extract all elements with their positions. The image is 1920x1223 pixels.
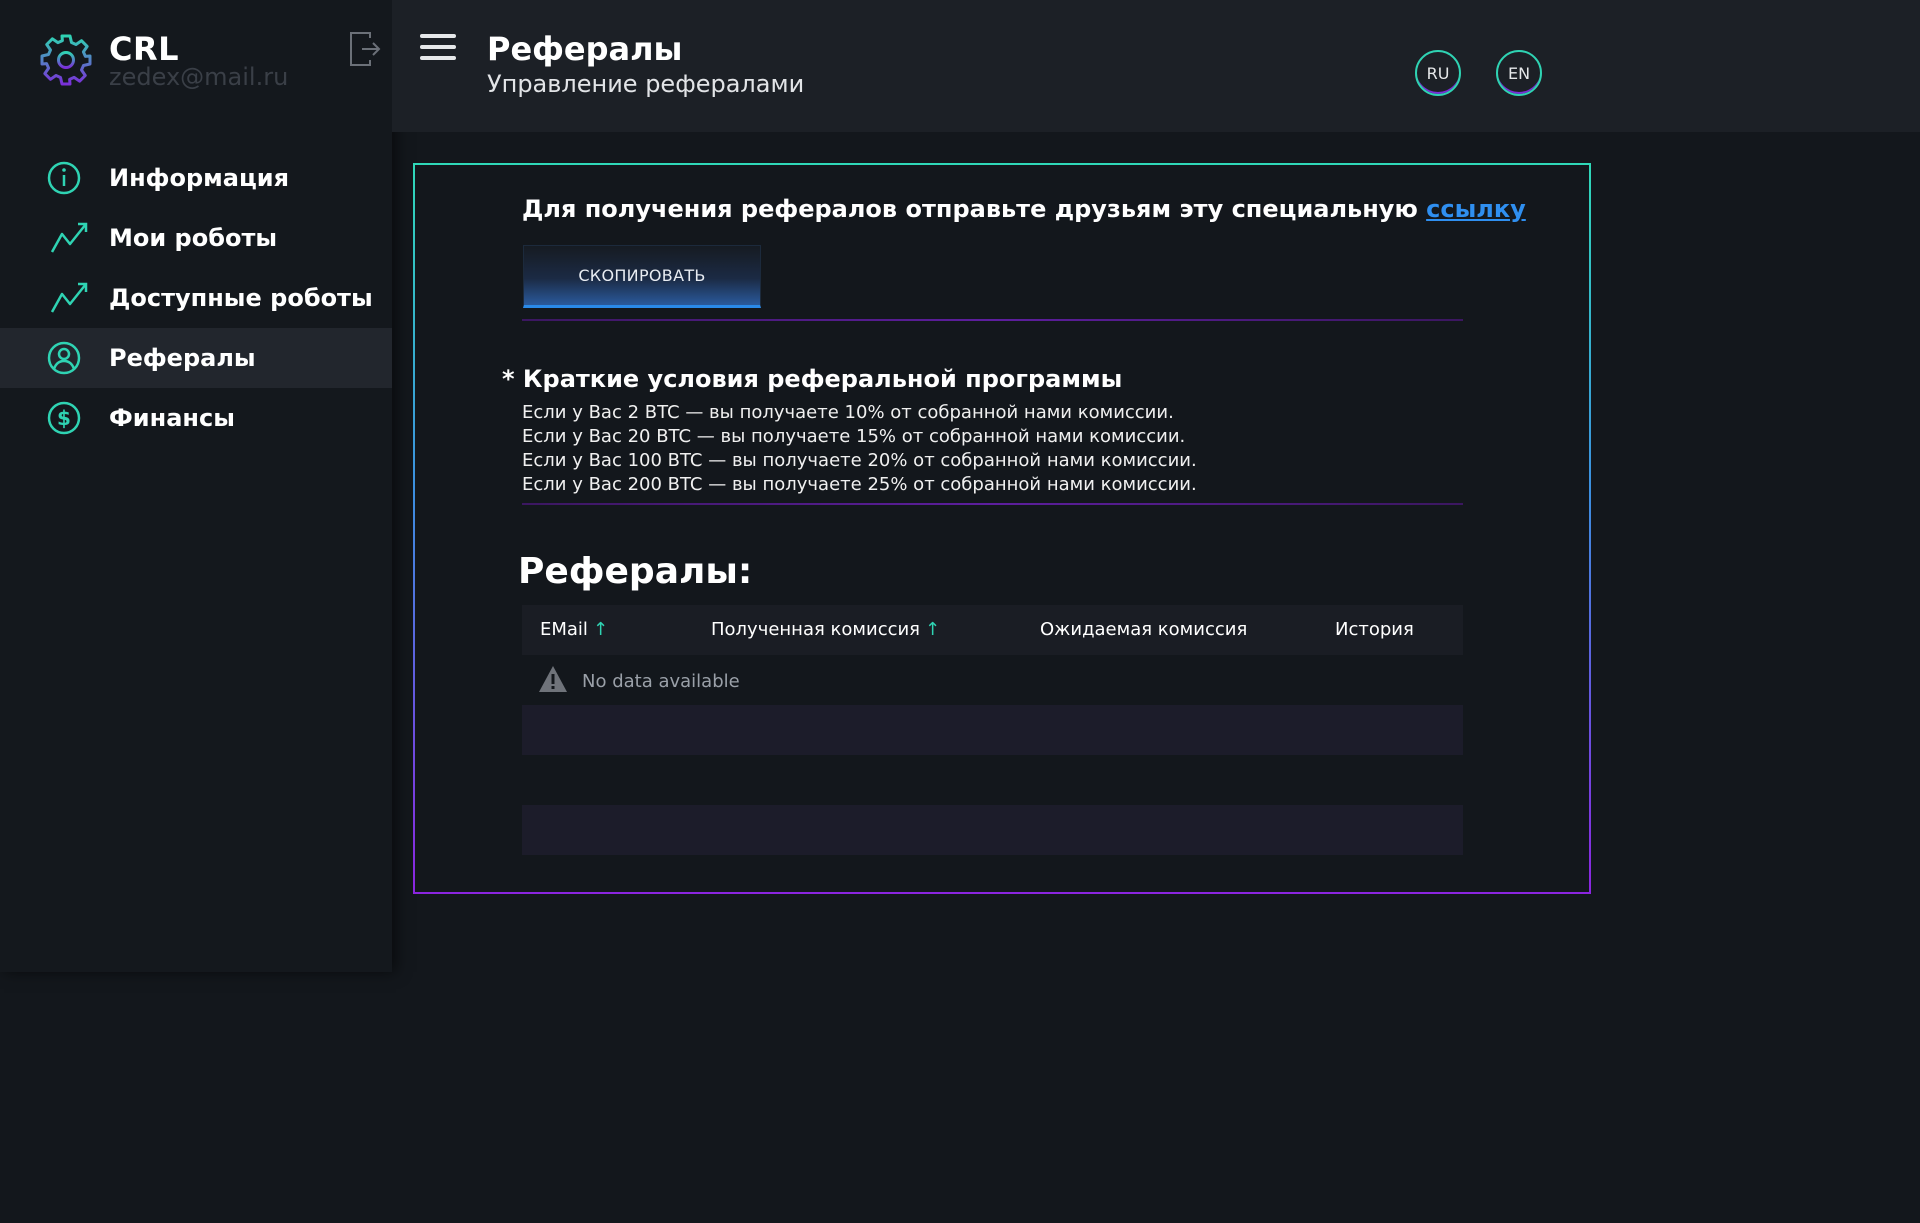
divider <box>522 503 1463 505</box>
sidebar-item-label: Доступные роботы <box>109 284 373 312</box>
app-root: CRL zedex@mail.ru Информация Мои роботы … <box>0 0 1920 1223</box>
column-header-history[interactable]: История <box>1335 619 1414 640</box>
sidebar-item-information[interactable]: Информация <box>0 148 392 208</box>
sidebar-item-label: Мои роботы <box>109 224 278 252</box>
terms-line: Если у Вас 2 BTC — вы получаете 10% от с… <box>522 402 1174 423</box>
column-header-expected-commission[interactable]: Ожидаемая комиссия <box>1040 619 1247 640</box>
sidebar: CRL zedex@mail.ru Информация Мои роботы … <box>0 0 392 972</box>
chart-line-icon <box>50 282 88 313</box>
menu-icon[interactable] <box>420 34 456 66</box>
table-header: EMail ↑ Полученная комиссия ↑ Ожидаемая ко… <box>522 605 1463 655</box>
svg-text:$: $ <box>57 406 71 430</box>
terms-title: * Краткие условия реферальной программы <box>502 365 1123 393</box>
warning-icon <box>539 666 567 692</box>
sidebar-item-label: Рефералы <box>109 344 256 372</box>
logout-icon[interactable] <box>348 30 382 68</box>
gear-logo-icon <box>40 34 92 86</box>
page-title: Рефералы <box>487 30 683 68</box>
empty-state-text: No data available <box>582 671 740 692</box>
terms-list: Если у Вас 2 BTC — вы получаете 10% от с… <box>522 401 1197 497</box>
referrals-table: EMail ↑ Полученная комиссия ↑ Ожидаемая ко… <box>522 605 1463 855</box>
sort-arrow-icon: ↑ <box>925 619 941 640</box>
terms-line: Если у Вас 100 BTC — вы получаете 20% от… <box>522 450 1197 471</box>
referral-prompt: Для получения рефералов отправьте друзья… <box>522 195 1427 223</box>
column-header-label: История <box>1335 619 1414 640</box>
sidebar-nav: Информация Мои роботы Доступные роботы Р… <box>0 148 392 448</box>
column-header-label: Полученная комиссия <box>711 619 921 640</box>
referrals-card: Для получения рефералов отправьте друзья… <box>413 163 1591 894</box>
referral-link[interactable]: ссылку <box>1426 195 1526 223</box>
column-header-email[interactable]: EMail ↑ <box>540 619 608 640</box>
sidebar-item-my-robots[interactable]: Мои роботы <box>0 208 392 268</box>
chart-line-icon <box>50 222 88 253</box>
empty-state-row: No data available <box>522 655 1463 705</box>
copy-button[interactable]: СКОПИРОВАТЬ <box>523 245 761 308</box>
top-bar: Рефералы Управление рефералами RU EN <box>392 0 1920 132</box>
column-header-label: Ожидаемая комиссия <box>1040 619 1248 640</box>
sidebar-header: CRL zedex@mail.ru <box>0 0 392 132</box>
language-ru-button[interactable]: RU <box>1415 50 1461 96</box>
terms-line: Если у Вас 20 BTC — вы получаете 15% от … <box>522 426 1186 447</box>
sidebar-item-referrals[interactable]: Рефералы <box>0 328 392 388</box>
sidebar-item-label: Финансы <box>109 404 235 432</box>
terms-line: Если у Вас 200 BTC — вы получаете 25% от… <box>522 474 1197 495</box>
column-header-label: EMail <box>540 619 588 640</box>
info-icon <box>47 161 81 195</box>
sidebar-item-finance[interactable]: $ Финансы <box>0 388 392 448</box>
referral-instructions: Для получения рефералов отправьте друзья… <box>522 195 1526 223</box>
page-subtitle: Управление рефералами <box>487 70 805 98</box>
sidebar-item-available-robots[interactable]: Доступные роботы <box>0 268 392 328</box>
column-header-received-commission[interactable]: Полученная комиссия ↑ <box>711 619 940 640</box>
referrals-heading: Рефералы: <box>518 551 753 592</box>
dollar-icon: $ <box>47 401 81 435</box>
table-row <box>522 805 1463 855</box>
sort-arrow-icon: ↑ <box>592 619 609 640</box>
table-row <box>522 705 1463 755</box>
sidebar-item-label: Информация <box>109 164 289 192</box>
divider <box>522 319 1463 321</box>
user-email: zedex@mail.ru <box>109 63 289 91</box>
user-circle-icon <box>47 341 81 375</box>
language-en-button[interactable]: EN <box>1496 50 1542 96</box>
